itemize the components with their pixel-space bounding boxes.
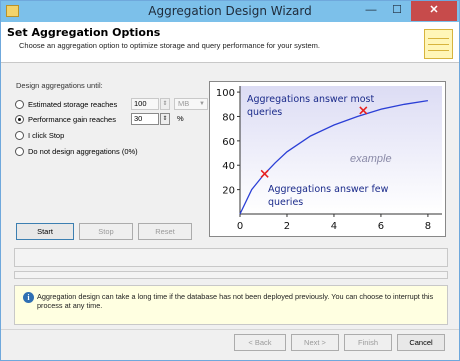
reset-button[interactable]: Reset: [138, 223, 192, 240]
wizard-header: Set Aggregation Options Choose an aggreg…: [1, 22, 459, 63]
stop-radio-icon[interactable]: [15, 130, 24, 140]
example-chart: 20 40 60 80 100 0 2 4 6 8 example Aggregations an…: [209, 81, 446, 237]
page-subtitle: Choose an aggregation option to optimize…: [19, 41, 321, 50]
option-stop-label: I click Stop: [28, 130, 65, 140]
progress-status-panel: [14, 248, 448, 267]
option-stop-radio[interactable]: I click Stop: [15, 129, 64, 141]
storage-value-input[interactable]: 100: [131, 98, 159, 110]
label-most-queries-line2: queries: [247, 107, 282, 118]
chart-svg: 20 40 60 80 100 0 2 4 6 8 example Aggregations an…: [216, 86, 442, 232]
none-radio-icon[interactable]: [15, 146, 24, 156]
title-bar: Aggregation Design Wizard — ☐ ✕: [1, 1, 459, 22]
start-button[interactable]: Start: [16, 223, 74, 240]
performance-radio-icon[interactable]: [15, 114, 24, 124]
chevron-down-icon: ▼: [199, 101, 205, 107]
finish-button[interactable]: Finish: [344, 334, 392, 351]
performance-spin-button[interactable]: ⇕: [160, 113, 170, 125]
x-tick-label: 4: [331, 221, 337, 232]
back-button[interactable]: < Back: [234, 334, 286, 351]
watermark-text: example: [350, 153, 392, 165]
progress-bar: [14, 271, 448, 279]
info-message-panel: i Aggregation design can take a long tim…: [14, 285, 448, 325]
footer-divider: [1, 329, 459, 330]
y-tick-label: 100: [216, 88, 235, 99]
storage-radio-icon[interactable]: [15, 99, 24, 109]
x-tick-label: 0: [237, 221, 243, 232]
storage-spin-button[interactable]: ⇕: [160, 98, 170, 110]
option-performance-label: Performance gain reaches: [28, 114, 116, 124]
y-tick-label: 40: [222, 161, 235, 172]
options-group-label: Design aggregations until:: [16, 81, 103, 90]
label-most-queries-line1: Aggregations answer most: [247, 94, 374, 105]
x-tick-label: 2: [284, 221, 290, 232]
page-title: Set Aggregation Options: [7, 26, 161, 39]
option-storage-label: Estimated storage reaches: [28, 99, 118, 109]
option-none-radio[interactable]: Do not design aggregations (0%): [15, 145, 138, 157]
option-none-label: Do not design aggregations (0%): [28, 146, 138, 156]
performance-unit: %: [177, 114, 184, 123]
wizard-window: Aggregation Design Wizard — ☐ ✕ Set Aggr…: [0, 0, 460, 361]
y-tick-label: 80: [222, 112, 235, 123]
storage-unit-select[interactable]: MB ▼: [174, 98, 208, 110]
cancel-button[interactable]: Cancel: [397, 334, 445, 351]
stop-button[interactable]: Stop: [79, 223, 133, 240]
label-few-queries-line1: Aggregations answer few: [268, 184, 389, 195]
info-message: Aggregation design can take a long time …: [37, 292, 434, 310]
maximize-button[interactable]: ☐: [384, 1, 410, 21]
x-tick-label: 8: [425, 221, 431, 232]
x-tick-label: 6: [378, 221, 384, 232]
info-icon: i: [23, 292, 34, 303]
performance-value-input[interactable]: 30: [131, 113, 159, 125]
next-button[interactable]: Next >: [291, 334, 339, 351]
y-tick-label: 60: [222, 137, 235, 148]
storage-unit-value: MB: [178, 99, 190, 108]
label-few-queries-line2: queries: [268, 197, 303, 208]
option-storage-radio[interactable]: Estimated storage reaches: [15, 98, 117, 110]
wizard-graphic-icon: [424, 29, 453, 59]
option-performance-radio[interactable]: Performance gain reaches: [15, 113, 116, 125]
close-button[interactable]: ✕: [411, 1, 457, 21]
minimize-button[interactable]: —: [358, 1, 384, 21]
y-tick-label: 20: [222, 186, 235, 197]
